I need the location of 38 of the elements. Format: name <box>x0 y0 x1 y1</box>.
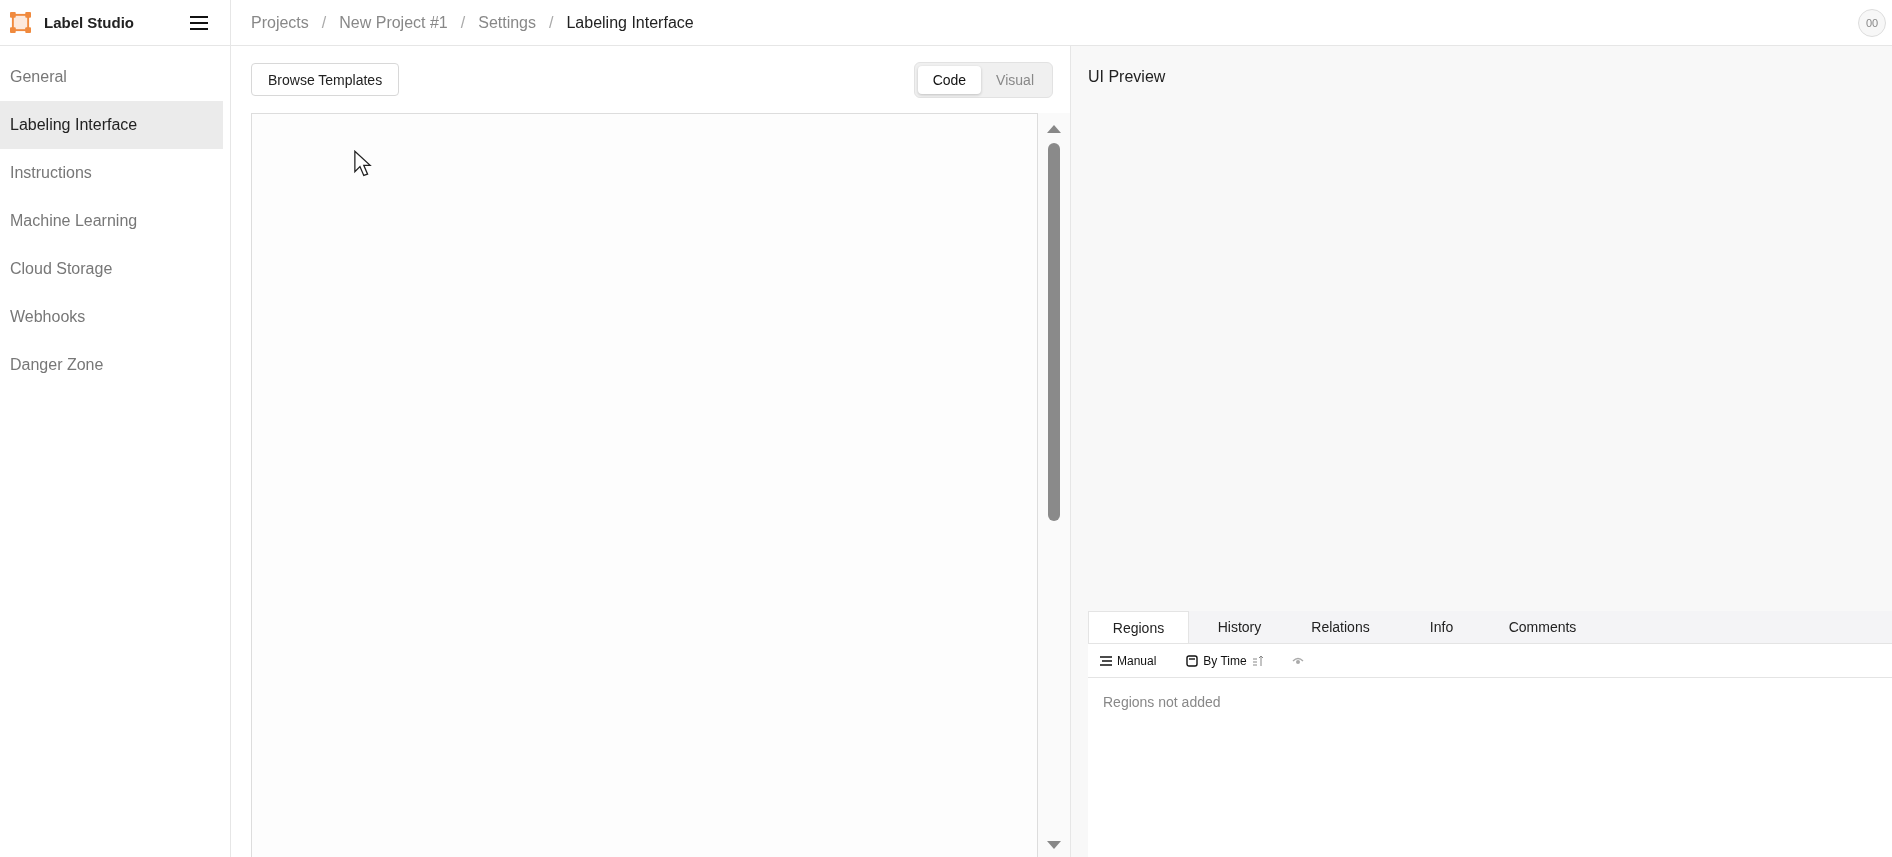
eye-icon[interactable] <box>1291 656 1304 665</box>
scroll-down-icon[interactable] <box>1047 841 1061 849</box>
mouse-cursor-icon <box>353 150 372 178</box>
empty-message: Regions not added <box>1102 693 1222 710</box>
scroll-up-icon[interactable] <box>1047 125 1061 133</box>
list-icon <box>1100 654 1112 667</box>
clock-square-icon <box>1186 654 1199 667</box>
breadcrumb-link[interactable]: New Project #1 <box>339 13 448 32</box>
scrollbar-track[interactable] <box>1038 113 1070 857</box>
scrollbar-thumb[interactable] <box>1048 143 1060 521</box>
panel-tab[interactable]: History <box>1189 611 1290 643</box>
logo-icon <box>10 12 31 33</box>
sidebar-item[interactable]: Labeling Interface <box>0 101 223 149</box>
breadcrumb-link[interactable]: Projects <box>251 13 309 32</box>
menu-icon[interactable] <box>190 15 208 30</box>
breadcrumb-separator: / <box>549 13 554 32</box>
user-avatar[interactable]: 00 <box>1858 8 1886 37</box>
mode-tab[interactable]: Code <box>917 65 982 94</box>
sort-icon <box>1251 654 1264 667</box>
panel-tab[interactable]: Info <box>1391 611 1492 643</box>
panel-tab[interactable]: Comments <box>1492 611 1593 643</box>
browse-templates-button[interactable]: Browse Templates <box>251 63 400 96</box>
sidebar-item[interactable]: Webhooks <box>0 293 223 341</box>
sort-button[interactable]: By Time <box>1184 651 1266 670</box>
breadcrumb-link[interactable]: Settings <box>478 13 536 32</box>
panel-tab[interactable]: Regions <box>1088 611 1189 643</box>
group-by-button[interactable]: Manual <box>1098 651 1159 670</box>
preview-title: UI Preview <box>1088 68 1167 86</box>
sidebar-item[interactable]: Cloud Storage <box>0 245 223 293</box>
sidebar-item[interactable]: Danger Zone <box>0 341 223 389</box>
sidebar-item[interactable]: Instructions <box>0 149 223 197</box>
breadcrumb-separator: / <box>321 13 327 32</box>
breadcrumb-separator: / <box>460 13 466 32</box>
sidebar-item[interactable]: Machine Learning <box>0 197 223 245</box>
mode-tab[interactable]: Visual <box>981 65 1049 94</box>
panel-tab[interactable]: Relations <box>1290 611 1391 643</box>
sidebar-item[interactable]: General <box>0 53 223 101</box>
app-name: Label Studio <box>44 14 135 31</box>
